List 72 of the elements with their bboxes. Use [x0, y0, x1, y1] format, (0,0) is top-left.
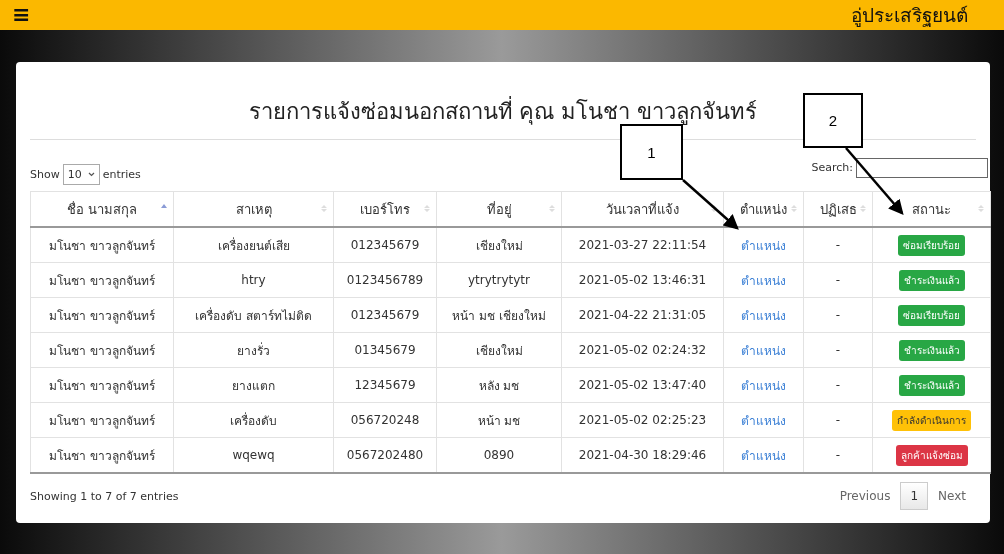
- table-cell: -: [835, 378, 841, 392]
- column-header[interactable]: สาเหตุ: [173, 191, 334, 227]
- table-cell: htry: [241, 273, 266, 287]
- search-label: Search:: [811, 161, 853, 174]
- entries-select[interactable]: 10: [62, 164, 100, 185]
- table-cell: ยางแตก: [232, 378, 275, 393]
- table-cell: 2021-04-22 21:31:05: [578, 308, 707, 322]
- table-cell: 012345679: [350, 238, 420, 252]
- table-cell: 2021-05-02 02:25:23: [578, 413, 707, 427]
- table-cell: 12345679: [354, 378, 416, 392]
- table-cell: 01345679: [354, 343, 416, 357]
- table-cell: -: [835, 413, 841, 427]
- brand-title: อู่ประเสริฐยนต์: [851, 3, 968, 29]
- table-cell: ytrytrytytr: [468, 273, 530, 287]
- search-field[interactable]: [856, 157, 988, 178]
- table-cell: หลัง มช: [478, 378, 520, 393]
- status-badge: ชำระเงินแล้ว: [898, 339, 965, 361]
- table-cell: เครื่องดับ: [230, 413, 277, 428]
- table-cell: -: [835, 343, 841, 357]
- table-cell: 0123456789: [346, 273, 424, 287]
- table-cell: -: [835, 308, 841, 322]
- status-badge: ซ่อมเรียบร้อย: [898, 304, 965, 326]
- table-cell: -: [835, 238, 841, 252]
- menu-icon[interactable]: ≡: [12, 4, 31, 26]
- table-cell: เครื่องยนต์เสีย: [217, 238, 290, 253]
- table-cell: มโนชา ขาวลูกจันทร์: [49, 308, 155, 323]
- table-cell: 0567202480: [346, 448, 424, 462]
- table-cell: 012345679: [350, 308, 420, 322]
- column-header[interactable]: ชื่อ นามสกุล: [30, 191, 174, 227]
- status-badge: ลูกค้าแจ้งซ่อม: [895, 444, 968, 466]
- callout-label: 1: [620, 124, 683, 180]
- table-cell: 2021-05-02 13:47:40: [578, 378, 707, 392]
- column-header[interactable]: ที่อยู่: [436, 191, 562, 227]
- column-header[interactable]: วันเวลาที่แจ้ง: [561, 191, 724, 227]
- table-cell: หน้า มช: [477, 413, 521, 428]
- status-badge: ชำระเงินแล้ว: [898, 374, 965, 396]
- table-cell: เชียงใหม่: [475, 343, 523, 358]
- table-cell: -: [835, 273, 841, 287]
- table-cell: มโนชา ขาวลูกจันทร์: [49, 343, 155, 358]
- table-cell: 0890: [483, 448, 515, 462]
- table-cell: 2021-04-30 18:29:46: [578, 448, 707, 462]
- table-cell: หน้า มช เชียงใหม่: [452, 308, 546, 323]
- table-cell: มโนชา ขาวลูกจันทร์: [49, 413, 155, 428]
- status-badge: กำลังดำเนินการ: [892, 409, 971, 431]
- column-header[interactable]: ปฏิเสธ: [803, 191, 873, 227]
- entries-info: Showing 1 to 7 of 7 entries: [30, 489, 179, 503]
- table-cell: มโนชา ขาวลูกจันทร์: [49, 238, 155, 253]
- pagination-button[interactable]: Next: [928, 482, 976, 510]
- callout-label: 2: [803, 93, 863, 148]
- table-cell: 2021-05-02 02:24:32: [578, 343, 707, 357]
- table-cell: wqewq: [232, 448, 275, 462]
- show-label: Show: [30, 168, 60, 181]
- table-cell: มโนชา ขาวลูกจันทร์: [49, 273, 155, 288]
- table-cell: 2021-03-27 22:11:54: [578, 238, 707, 252]
- status-badge: ชำระเงินแล้ว: [898, 269, 965, 291]
- entries-label: entries: [102, 168, 141, 181]
- table-cell: มโนชา ขาวลูกจันทร์: [49, 448, 155, 463]
- table-cell: มโนชา ขาวลูกจันทร์: [49, 378, 155, 393]
- status-badge: ซ่อมเรียบร้อย: [898, 234, 965, 256]
- pagination-button[interactable]: Previous: [829, 482, 901, 510]
- chevron-icon: [87, 172, 95, 177]
- table-cell: -: [835, 448, 841, 462]
- column-header[interactable]: สถานะ: [872, 191, 991, 227]
- table-cell: เชียงใหม่: [475, 238, 523, 253]
- table-cell: ยางรั่ว: [237, 343, 270, 358]
- pagination-button[interactable]: 1: [900, 482, 929, 510]
- callout-arrow: [682, 179, 739, 230]
- column-header[interactable]: ตำแหน่ง: [723, 191, 804, 227]
- table-cell: 2021-05-02 13:46:31: [578, 273, 707, 287]
- column-header[interactable]: เบอร์โทร: [333, 191, 437, 227]
- table-cell: เครื่องดับ สตาร์ทไม่ติด: [195, 308, 312, 323]
- table-cell: 056720248: [350, 413, 420, 427]
